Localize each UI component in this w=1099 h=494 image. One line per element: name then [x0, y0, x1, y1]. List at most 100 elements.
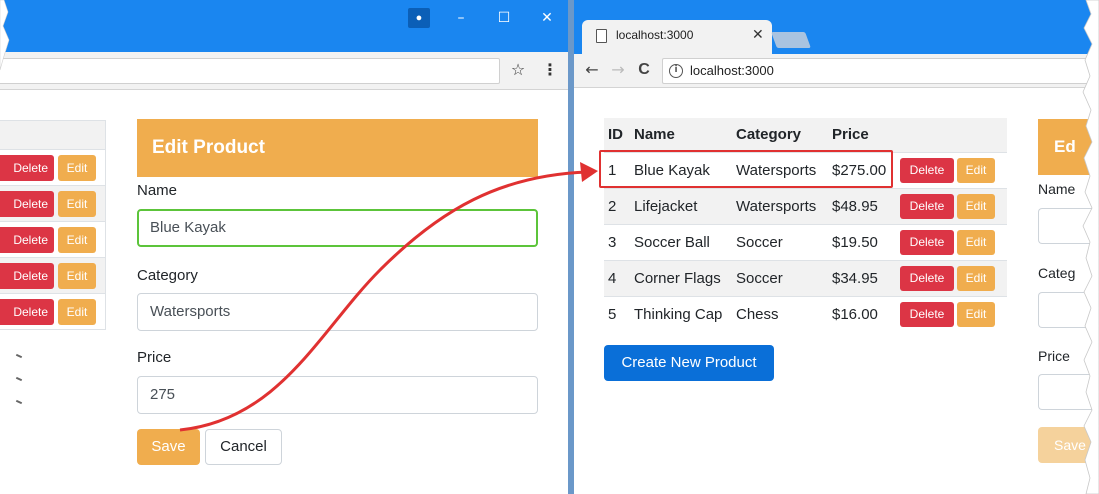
person-icon[interactable]: ● [408, 8, 430, 28]
reload-icon[interactable]: C [634, 60, 654, 80]
column-header-category: Category [732, 118, 828, 153]
create-new-product-button[interactable]: Create New Product [604, 345, 774, 381]
cell-id: 1 [604, 151, 630, 188]
cell-price: $48.95 [828, 187, 894, 224]
close-tab-icon[interactable]: ✕ [752, 27, 764, 43]
name-input[interactable]: Blue Kayak [137, 209, 538, 247]
edit-button[interactable]: Edit [957, 157, 995, 183]
fragment-mark [15, 376, 23, 382]
cell-id: 5 [604, 295, 630, 332]
maximize-button[interactable]: ☐ [494, 8, 514, 28]
product-table: ID Name Category Price 1 Blue Kayak Wate… [604, 118, 1007, 332]
table-row: Delete Edit [0, 258, 106, 294]
price-label: Price [1038, 348, 1070, 364]
column-header-name: Name [630, 118, 732, 153]
cell-name: Corner Flags [630, 259, 732, 296]
right-browser-window: localhost:3000 ✕ ← → C i localhost:3000 … [574, 0, 1099, 494]
cell-id: 2 [604, 187, 630, 224]
info-icon[interactable]: i [669, 64, 683, 78]
cell-price: $19.50 [828, 223, 894, 260]
table-header-row: ID Name Category Price [604, 118, 1007, 153]
cell-name: Soccer Ball [630, 223, 732, 260]
forward-arrow-icon[interactable]: → [608, 60, 628, 80]
category-label: Category [137, 267, 198, 284]
column-header-price: Price [828, 118, 894, 153]
cell-name: Blue Kayak [630, 151, 732, 188]
table-row: Delete Edit [0, 294, 106, 330]
cell-price: $275.00 [828, 151, 894, 188]
star-icon[interactable]: ☆ [508, 60, 528, 80]
cell-category: Soccer [732, 259, 828, 296]
tab-title: localhost:3000 [616, 28, 694, 42]
torn-edge [0, 0, 10, 71]
url-text: localhost:3000 [690, 63, 774, 78]
cell-actions: Delete Edit [894, 187, 1007, 224]
edit-button[interactable]: Edit [58, 226, 96, 253]
cell-category: Soccer [732, 223, 828, 260]
cell-price: $34.95 [828, 259, 894, 296]
product-table-fragment: Delete Edit Delete Edit Delete Edit Dele… [0, 120, 106, 330]
cell-actions: Delete Edit [894, 259, 1007, 296]
category-label: Categ [1038, 265, 1076, 281]
table-row: 5 Thinking Cap Chess $16.00 Delete Edit [604, 295, 1007, 332]
table-row: 4 Corner Flags Soccer $34.95 Delete Edit [604, 259, 1007, 296]
cell-name: Lifejacket [630, 187, 732, 224]
cell-actions: Delete Edit [894, 295, 1007, 332]
edit-button[interactable]: Edit [957, 193, 995, 219]
category-input[interactable]: Watersports [137, 293, 538, 331]
form-title: Edit Product [137, 119, 538, 177]
table-header [0, 120, 106, 150]
delete-button[interactable]: Delete [900, 265, 954, 291]
tab-localhost[interactable]: localhost:3000 ✕ [582, 20, 772, 54]
edit-button[interactable]: Edit [957, 265, 995, 291]
page-icon [596, 29, 607, 43]
more-menu-icon[interactable]: ⋮ [542, 60, 558, 80]
window-title-bar: ● – ☐ ✕ [0, 0, 568, 52]
cell-name: Thinking Cap [630, 295, 732, 332]
table-row: Delete Edit [0, 186, 106, 222]
price-label: Price [137, 349, 172, 366]
cell-price: $16.00 [828, 295, 894, 332]
edit-button[interactable]: Edit [58, 262, 96, 289]
cell-category: Chess [732, 295, 828, 332]
table-row: 1 Blue Kayak Watersports $275.00 Delete E… [604, 151, 1007, 188]
column-header-actions [894, 118, 1007, 153]
new-tab-button[interactable] [771, 32, 811, 48]
edit-button[interactable]: Edit [58, 298, 96, 325]
delete-button[interactable]: Delete [900, 229, 954, 255]
name-label: Name [1038, 181, 1076, 197]
table-row: 2 Lifejacket Watersports $48.95 Delete Ed… [604, 187, 1007, 224]
price-input[interactable]: 275 [137, 376, 538, 414]
cancel-button[interactable]: Cancel [205, 429, 282, 465]
table-row: Delete Edit [0, 150, 106, 186]
cell-id: 3 [604, 223, 630, 260]
delete-button[interactable]: Delete [900, 301, 954, 327]
url-input[interactable]: i localhost:3000 [662, 58, 1099, 84]
fragment-mark [15, 399, 23, 405]
edit-button[interactable]: Edit [957, 229, 995, 255]
left-browser-window: ● – ☐ ✕ ☆ ⋮ Delete Edit Delete Edit Dele… [0, 0, 568, 494]
table-row: Delete Edit [0, 222, 106, 258]
close-window-button[interactable]: ✕ [537, 8, 557, 28]
torn-edge [1082, 0, 1099, 494]
cell-category: Watersports [732, 187, 828, 224]
tab-strip: localhost:3000 ✕ [574, 0, 1099, 54]
url-input[interactable] [0, 58, 500, 84]
cell-actions: Delete Edit [894, 223, 1007, 260]
column-header-id: ID [604, 118, 630, 153]
minimize-button[interactable]: – [451, 8, 471, 28]
cell-category: Watersports [732, 151, 828, 188]
address-bar: ← → C i localhost:3000 [574, 54, 1099, 88]
address-bar: ☆ ⋮ [0, 52, 568, 90]
delete-button[interactable]: Delete [900, 157, 954, 183]
table-row: 3 Soccer Ball Soccer $19.50 Delete Edit [604, 223, 1007, 260]
fragment-mark [15, 353, 23, 359]
edit-button[interactable]: Edit [58, 190, 96, 217]
delete-button[interactable]: Delete [900, 193, 954, 219]
edit-button[interactable]: Edit [58, 154, 96, 181]
edit-button[interactable]: Edit [957, 301, 995, 327]
back-arrow-icon[interactable]: ← [582, 60, 602, 80]
save-button[interactable]: Save [137, 429, 200, 465]
cell-actions: Delete Edit [894, 151, 1007, 188]
cell-id: 4 [604, 259, 630, 296]
